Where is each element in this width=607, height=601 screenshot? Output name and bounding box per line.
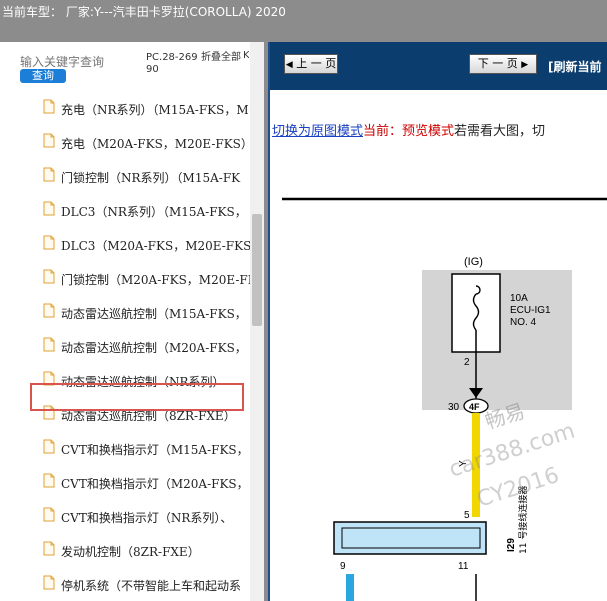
tree-item-label: DLC3（NR系列）（M15A-FKS， (61, 205, 247, 219)
prev-page-label: 上 一 页 (296, 57, 337, 70)
tree-item-label: 充电（NR系列）（M15A-FKS，M (61, 103, 249, 117)
watermark-2: car388.com (446, 419, 578, 483)
truncated-label: K (243, 50, 249, 61)
pc-code-label: PC.28-26990 (146, 52, 198, 75)
tree-item[interactable]: CVT和换档指示灯（M15A-FKS， (0, 432, 250, 466)
mode-hint: 若需看大图，切 (454, 124, 546, 139)
next-arrow-icon: ▶ (521, 60, 529, 70)
tree-item[interactable]: CVT和换档指示灯（M20A-FKS， (0, 466, 250, 500)
connector-i29 (333, 521, 487, 555)
tree-item[interactable]: 门锁控制（M20A-FKS，M20E-FK (0, 262, 250, 296)
pin-11-label: 11 (458, 561, 469, 572)
document-icon (43, 303, 55, 318)
tree-item-label: 停机系统（不带智能上车和起动系 (61, 579, 242, 593)
title-bar: 当前车型： 厂家:Y---汽丰田卡罗拉(COROLLA) 2020 (0, 0, 607, 42)
pin-2-label: 2 (464, 357, 470, 368)
tree-item-label: DLC3（M20A-FKS，M20E-FKS） (61, 239, 250, 253)
next-page-button[interactable]: 下 一 页 ▶ (469, 54, 537, 74)
document-icon (43, 269, 55, 284)
tree-item-label: 门锁控制（M20A-FKS，M20E-FK (61, 273, 250, 287)
document-icon (43, 201, 55, 216)
wiring-diagram: (IG) 10A ECU-IG1 NO. 4 2 4F 30 Y 5 I29 1… (282, 197, 607, 601)
document-icon (43, 235, 55, 250)
tree-item[interactable]: CVT和换档指示灯（NR系列）、 (0, 500, 250, 534)
document-icon (43, 337, 55, 352)
ig-label: (IG) (464, 256, 483, 268)
refresh-link[interactable]: [刷新当前 (548, 58, 602, 75)
sidebar: 查询 PC.28-26990 折叠全部 K 充电（NR系列）（M15A-FKS，… (0, 42, 264, 601)
connector-i29-id: I29 (506, 538, 517, 552)
document-icon (43, 133, 55, 148)
tree-item-label: 门锁控制（NR系列）（M15A-FK (61, 171, 241, 185)
tree-item[interactable]: 门锁控制（NR系列）（M15A-FK (0, 160, 250, 194)
fuse-name-label: ECU-IG1 (510, 305, 551, 316)
pin-30-label: 30 (448, 402, 460, 413)
tree-item-label: CVT和换档指示灯（M20A-FKS， (61, 477, 249, 491)
tree-item-label: 动态雷达巡航控制（M20A-FKS， (61, 341, 247, 355)
tree-item[interactable]: 充电（NR系列）（M15A-FKS，M (0, 92, 250, 126)
document-icon (43, 541, 55, 556)
document-icon (43, 167, 55, 182)
switch-original-mode-link[interactable]: 切换为原图模式 (272, 124, 363, 139)
mode-line: 切换为原图模式当前：预览模式若需看大图，切 (272, 120, 545, 139)
page-nav-bar: ◀ 上 一 页 下 一 页 ▶ [刷新当前 (270, 42, 607, 90)
selection-highlight (30, 383, 244, 411)
document-icon (43, 439, 55, 454)
scrollbar-thumb[interactable] (252, 214, 262, 326)
content-pane: ◀ 上 一 页 下 一 页 ▶ [刷新当前 切换为原图模式当前：预览模式若需看大… (268, 42, 607, 601)
fuse-amp-label: 10A (510, 293, 528, 304)
document-icon (43, 99, 55, 114)
pin-9-label: 9 (340, 561, 346, 572)
window-title: 当前车型： 厂家:Y---汽丰田卡罗拉(COROLLA) 2020 (2, 5, 286, 19)
sidebar-scrollbar[interactable] (250, 42, 264, 601)
tree-item-label: 发动机控制（8ZR-FXE） (61, 545, 200, 559)
fuse-no-label: NO. 4 (510, 317, 537, 328)
pin-5-label: 5 (464, 510, 470, 521)
tree-item-label: CVT和换档指示灯（M15A-FKS， (61, 443, 249, 457)
prev-page-button[interactable]: ◀ 上 一 页 (284, 54, 338, 74)
current-mode-label: 当前：预览模式 (363, 124, 455, 139)
tree-item[interactable]: 停机系统（不带智能上车和起动系 (0, 568, 250, 601)
connector-4f-label: 4F (469, 402, 480, 412)
tree-item[interactable]: 发动机控制（8ZR-FXE） (0, 534, 250, 568)
tree-item[interactable]: 充电（M20A-FKS，M20E-FKS） (0, 126, 250, 160)
tree-item[interactable]: DLC3（M20A-FKS，M20E-FKS） (0, 228, 250, 262)
tree-item-label: 充电（M20A-FKS，M20E-FKS） (61, 137, 250, 151)
collapse-all-button[interactable]: 折叠全部 (201, 52, 241, 64)
document-icon (43, 473, 55, 488)
search-button[interactable]: 查询 (20, 69, 66, 83)
next-page-label: 下 一 页 (477, 57, 518, 70)
blue-wire (346, 574, 354, 601)
document-icon (43, 575, 55, 590)
tree-list: 充电（NR系列）（M15A-FKS，M 充电（M20A-FKS，M20E-FKS）… (0, 90, 250, 601)
prev-arrow-icon: ◀ (285, 60, 293, 70)
tree-item[interactable]: 动态雷达巡航控制（M20A-FKS， (0, 330, 250, 364)
tree-item[interactable]: DLC3（NR系列）（M15A-FKS， (0, 194, 250, 228)
tree-item-label: 动态雷达巡航控制（M15A-FKS， (61, 307, 247, 321)
tree-item-label: CVT和换档指示灯（NR系列）、 (61, 511, 233, 525)
tree-item[interactable]: 动态雷达巡航控制（M15A-FKS， (0, 296, 250, 330)
document-icon (43, 507, 55, 522)
